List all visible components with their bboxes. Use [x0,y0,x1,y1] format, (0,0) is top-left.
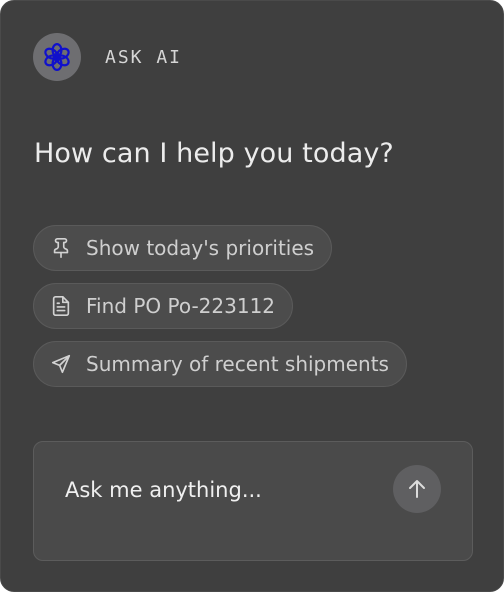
suggestion-label: Summary of recent shipments [86,352,389,376]
document-icon [50,295,72,317]
suggestion-chip-find-po[interactable]: Find PO Po-223112 [33,283,294,329]
panel-header: ASK AI [33,33,182,81]
suggestion-chip-shipments[interactable]: Summary of recent shipments [33,341,407,387]
arrow-up-icon [409,480,425,498]
suggestion-list: Show today's priorities Find PO Po-22311… [33,225,407,387]
pin-icon [50,237,72,259]
avatar [33,33,81,81]
send-icon [50,353,72,375]
panel-title: ASK AI [105,46,183,68]
suggestion-label: Show today's priorities [86,236,315,260]
ask-ai-panel: ASK AI How can I help you today? Show to… [0,0,504,592]
suggestion-chip-priorities[interactable]: Show today's priorities [33,225,333,271]
send-button[interactable] [393,465,441,513]
greeting-heading: How can I help you today? [34,138,394,169]
suggestion-label: Find PO Po-223112 [86,294,276,318]
sparkle-flower-icon [44,43,70,71]
message-composer [33,441,473,561]
message-input[interactable] [65,472,385,508]
